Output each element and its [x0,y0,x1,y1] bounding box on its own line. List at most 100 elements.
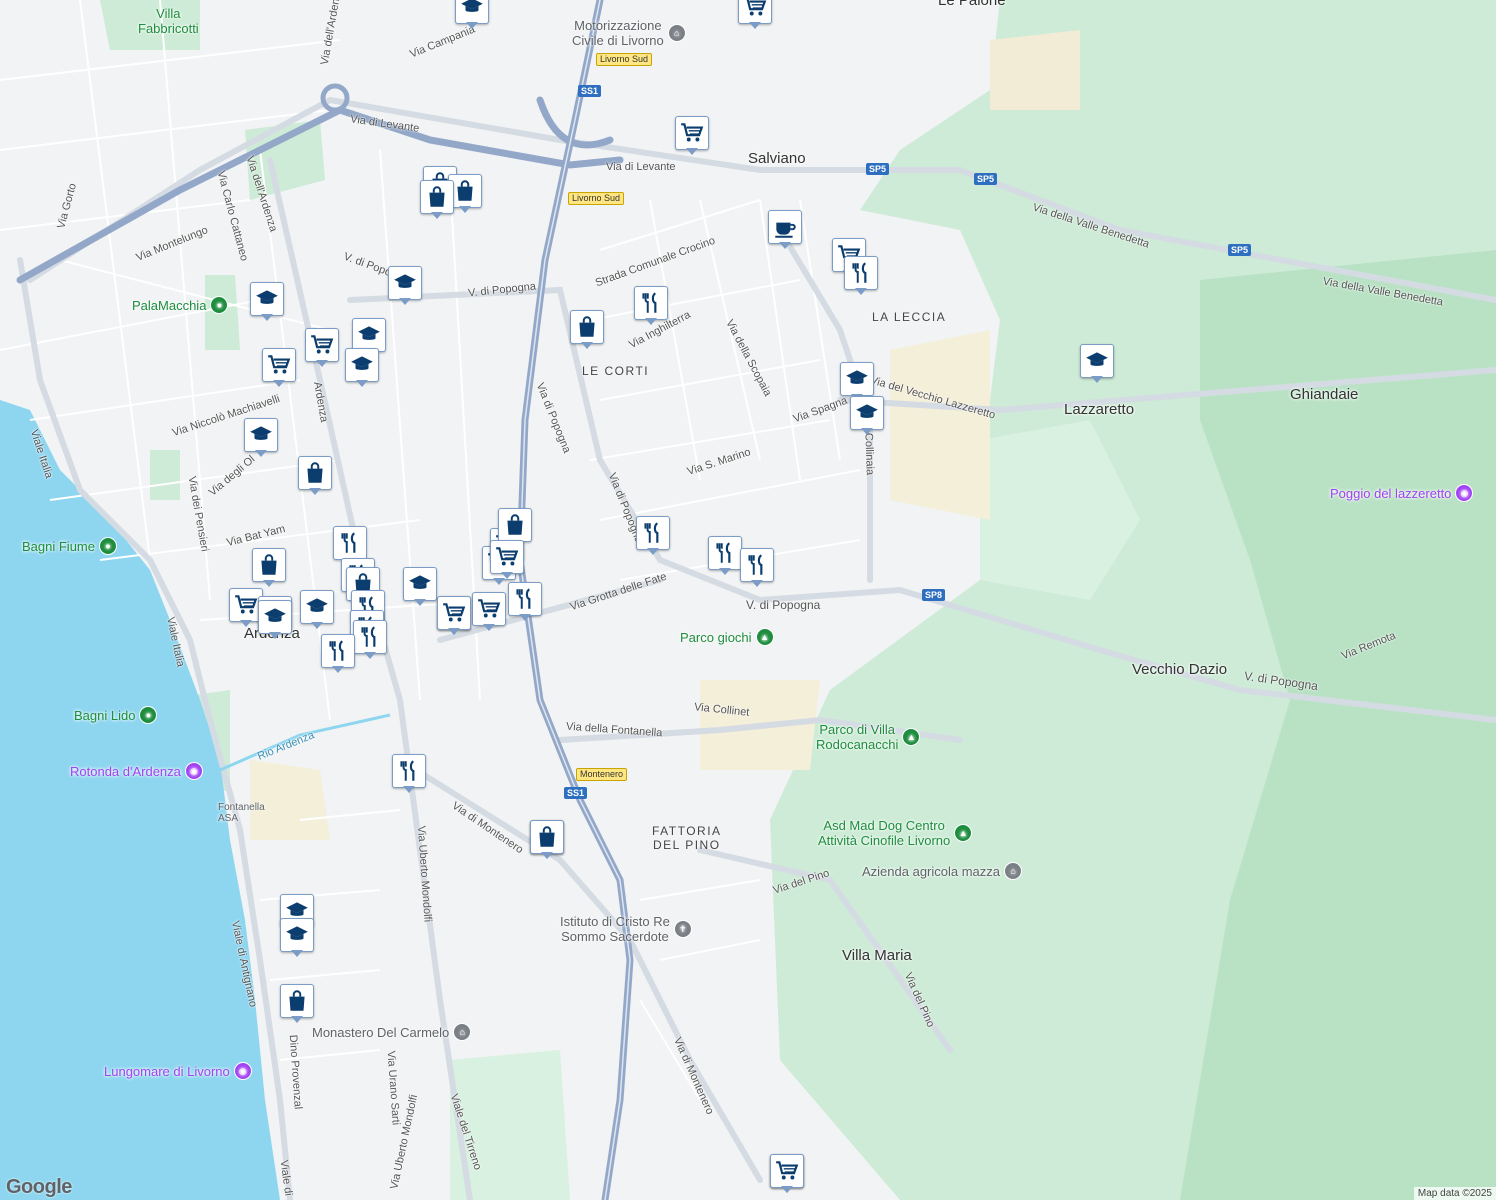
marker-box [250,282,284,316]
poi-azienda-agricola-mazza[interactable]: Azienda agricola mazza ⌂ [862,862,1023,880]
place-label-lazzaretto: Lazzaretto [1064,401,1135,418]
marker-box [437,596,471,630]
map-marker-fork[interactable] [634,286,668,326]
map-marker-cart[interactable] [262,348,296,388]
cart-icon [311,335,334,354]
bag-icon [579,316,595,337]
sand-area-2 [990,30,1080,110]
map-marker-bag[interactable] [280,984,314,1024]
shield-sp5-1: SP5 [866,163,890,175]
marker-box [1080,344,1114,378]
map-marker-cart[interactable] [490,540,524,580]
marker-tip [647,548,659,555]
place-label-salviano: Salviano [748,150,806,167]
map-marker-cart[interactable] [770,1154,804,1194]
marker-box [300,590,334,624]
poi-poggio-label: Poggio del lazzeretto [1330,485,1452,501]
marker-box [262,348,296,382]
poi-motorizzazione-civile[interactable]: Motorizzazione Civile di Livorno ⌂ [572,18,686,48]
poi-palamacchia[interactable]: PalaMacchia ● [132,296,229,314]
beach-icon: ● [139,706,158,724]
fork-icon [516,588,531,609]
poi-asd-mad-dog[interactable]: Asd Mad Dog Centro Attività Cinofile Liv… [818,818,973,848]
sand-area-4 [250,760,330,840]
poi-monastero-label: Monastero Del Carmelo [312,1024,450,1040]
poi-bagni-fiume[interactable]: Bagni Fiume ● [22,537,117,555]
map-marker-school[interactable] [455,0,489,30]
map-marker-fork[interactable] [708,536,742,576]
shield-sp5-3: SP5 [1228,244,1252,256]
map-marker-bag[interactable] [570,310,604,350]
map-marker-cart[interactable] [437,596,471,636]
marker-tip [240,620,252,627]
place-label-le-palone: Le Palone [938,0,1006,9]
school-icon [250,426,272,440]
map-marker-school[interactable] [850,396,884,436]
poi-bagni-fiume-label: Bagni Fiume [22,538,95,554]
map-marker-school[interactable] [403,567,437,607]
map-marker-school[interactable] [388,266,422,306]
poi-villa-fabbricotti[interactable]: Villa Fabbricotti [138,6,199,36]
map-marker-cart[interactable] [675,116,709,156]
map-marker-school[interactable] [250,282,284,322]
poi-rotonda-ardenza[interactable]: Rotonda d'Ardenza ◉ [70,762,203,780]
marker-tip [291,1016,303,1023]
fork-icon [341,532,356,553]
marker-tip [861,428,873,435]
marker-box [252,548,286,582]
map-marker-fork[interactable] [844,256,878,296]
map-marker-fork[interactable] [353,620,387,660]
map-marker-bag[interactable] [420,180,454,220]
poi-rodocanacchi-label: Parco di Villa Rodocanacchi [816,722,899,752]
poi-istituto-cristo-re[interactable]: Istituto di Cristo Re Sommo Sacerdote ✝ [560,914,692,944]
marker-box [244,418,278,452]
poi-poggio-del-lazzeretto[interactable]: Poggio del lazzeretto ◉ [1330,484,1474,502]
map-canvas[interactable]: Via Campania Via di Levante Via di Levan… [0,0,1496,1200]
poi-lungomare-label: Lungomare di Livorno [104,1063,230,1079]
marker-box [352,318,386,352]
poi-lungomare-livorno[interactable]: Lungomare di Livorno ◉ [104,1062,252,1080]
cart-icon [496,547,519,566]
school-icon [846,370,868,384]
map-marker-bag[interactable] [530,820,564,860]
map-marker-cart[interactable] [738,0,772,30]
marker-box [305,328,339,362]
map-marker-cart[interactable] [305,328,339,368]
poi-bagni-lido[interactable]: Bagni Lido ● [74,706,158,724]
map-marker-school[interactable] [258,600,292,640]
map-marker-fork[interactable] [321,634,355,674]
marker-box [258,600,292,634]
marker-box [388,266,422,300]
bank-icon: ⌂ [1004,862,1023,880]
marker-tip [749,22,761,29]
poi-monastero-del-carmelo[interactable]: Monastero Del Carmelo ⌂ [312,1023,472,1041]
map-marker-bag[interactable] [252,548,286,588]
fork-icon [361,626,376,647]
sand-area [890,330,990,520]
map-marker-coffee[interactable] [768,210,802,250]
map-marker-school[interactable] [345,348,379,388]
map-marker-bag[interactable] [298,456,332,496]
map-marker-fork[interactable] [392,754,426,794]
marker-box [768,210,802,244]
road-label-collinaia: Collinaia [862,432,876,476]
poi-parco-villa-rodocanacchi[interactable]: Parco di Villa Rodocanacchi ▲ [816,722,921,752]
map-marker-school[interactable] [280,918,314,958]
marker-tip [255,450,267,457]
place-label-villa-maria: Villa Maria [842,947,912,964]
poi-parco-giochi[interactable]: Parco giochi ▲ [680,628,774,646]
map-marker-school[interactable] [300,590,334,630]
marker-tip [779,242,791,249]
marker-tip [519,614,531,621]
map-marker-fork[interactable] [636,516,670,556]
map-marker-school[interactable] [244,418,278,458]
map-marker-fork[interactable] [508,582,542,622]
map-attribution[interactable]: Map data ©2025 [1413,1187,1496,1200]
map-marker-school[interactable] [1080,344,1114,384]
marker-tip [269,632,281,639]
map-marker-fork[interactable] [740,548,774,588]
exit-montenero: Montenero [576,768,628,781]
school-icon [351,356,373,370]
map-marker-cart[interactable] [472,592,506,632]
school-icon [461,0,483,12]
